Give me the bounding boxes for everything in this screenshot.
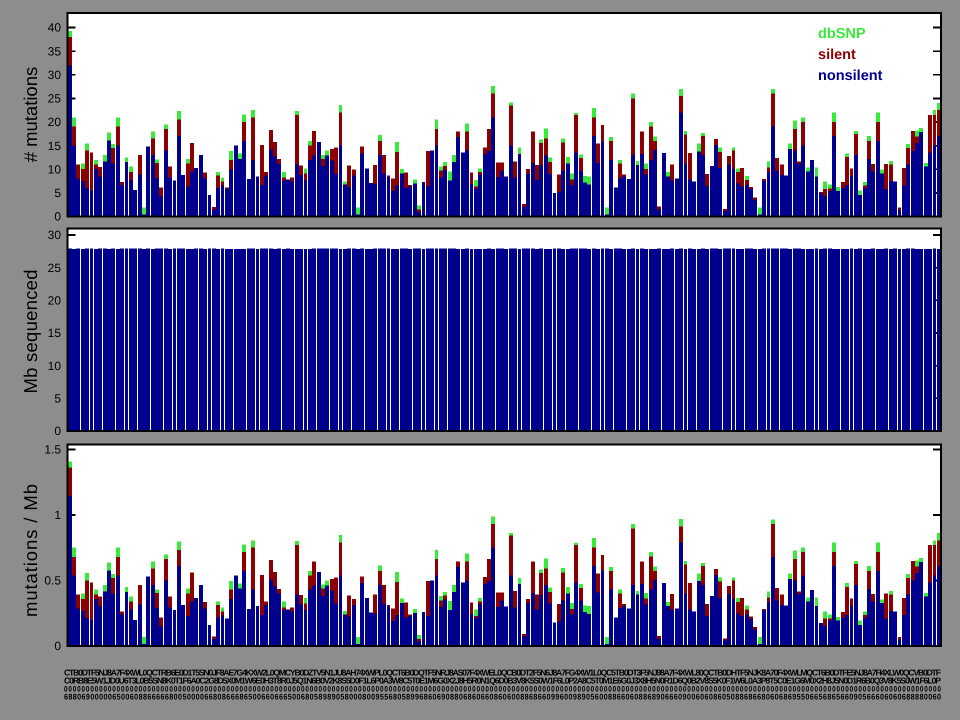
- svg-text:25: 25: [48, 261, 62, 275]
- svg-text:0: 0: [54, 210, 61, 224]
- svg-text:15: 15: [48, 326, 62, 340]
- svg-text:0: 0: [54, 424, 61, 438]
- svg-text:0: 0: [54, 639, 61, 653]
- svg-text:dbSNP: dbSNP: [818, 26, 866, 42]
- svg-text:20: 20: [48, 294, 62, 308]
- svg-text:nonsilent: nonsilent: [818, 68, 883, 84]
- svg-text:5: 5: [54, 392, 61, 406]
- svg-text:25: 25: [48, 92, 62, 106]
- svg-text:20: 20: [48, 115, 62, 129]
- svg-text:40: 40: [48, 21, 62, 35]
- svg-text:1.5: 1.5: [44, 443, 61, 457]
- svg-text:5: 5: [54, 186, 61, 200]
- svg-text:1: 1: [54, 508, 61, 522]
- svg-text:30: 30: [48, 228, 62, 242]
- svg-text:30: 30: [48, 68, 62, 82]
- svg-text:silent: silent: [818, 47, 856, 63]
- svg-text:10: 10: [48, 162, 62, 176]
- svg-text:688069000006500608866666800500: 6880690000065006088666668005000066808666…: [64, 693, 941, 702]
- svg-text:Mb sequenced: Mb sequenced: [20, 270, 41, 394]
- svg-text:10: 10: [48, 359, 62, 373]
- svg-text:15: 15: [48, 139, 62, 153]
- svg-text:mutations / Mb: mutations / Mb: [20, 484, 41, 617]
- svg-text:35: 35: [48, 44, 62, 58]
- svg-text:0.5: 0.5: [44, 574, 61, 588]
- svg-text:# mutations: # mutations: [20, 67, 41, 163]
